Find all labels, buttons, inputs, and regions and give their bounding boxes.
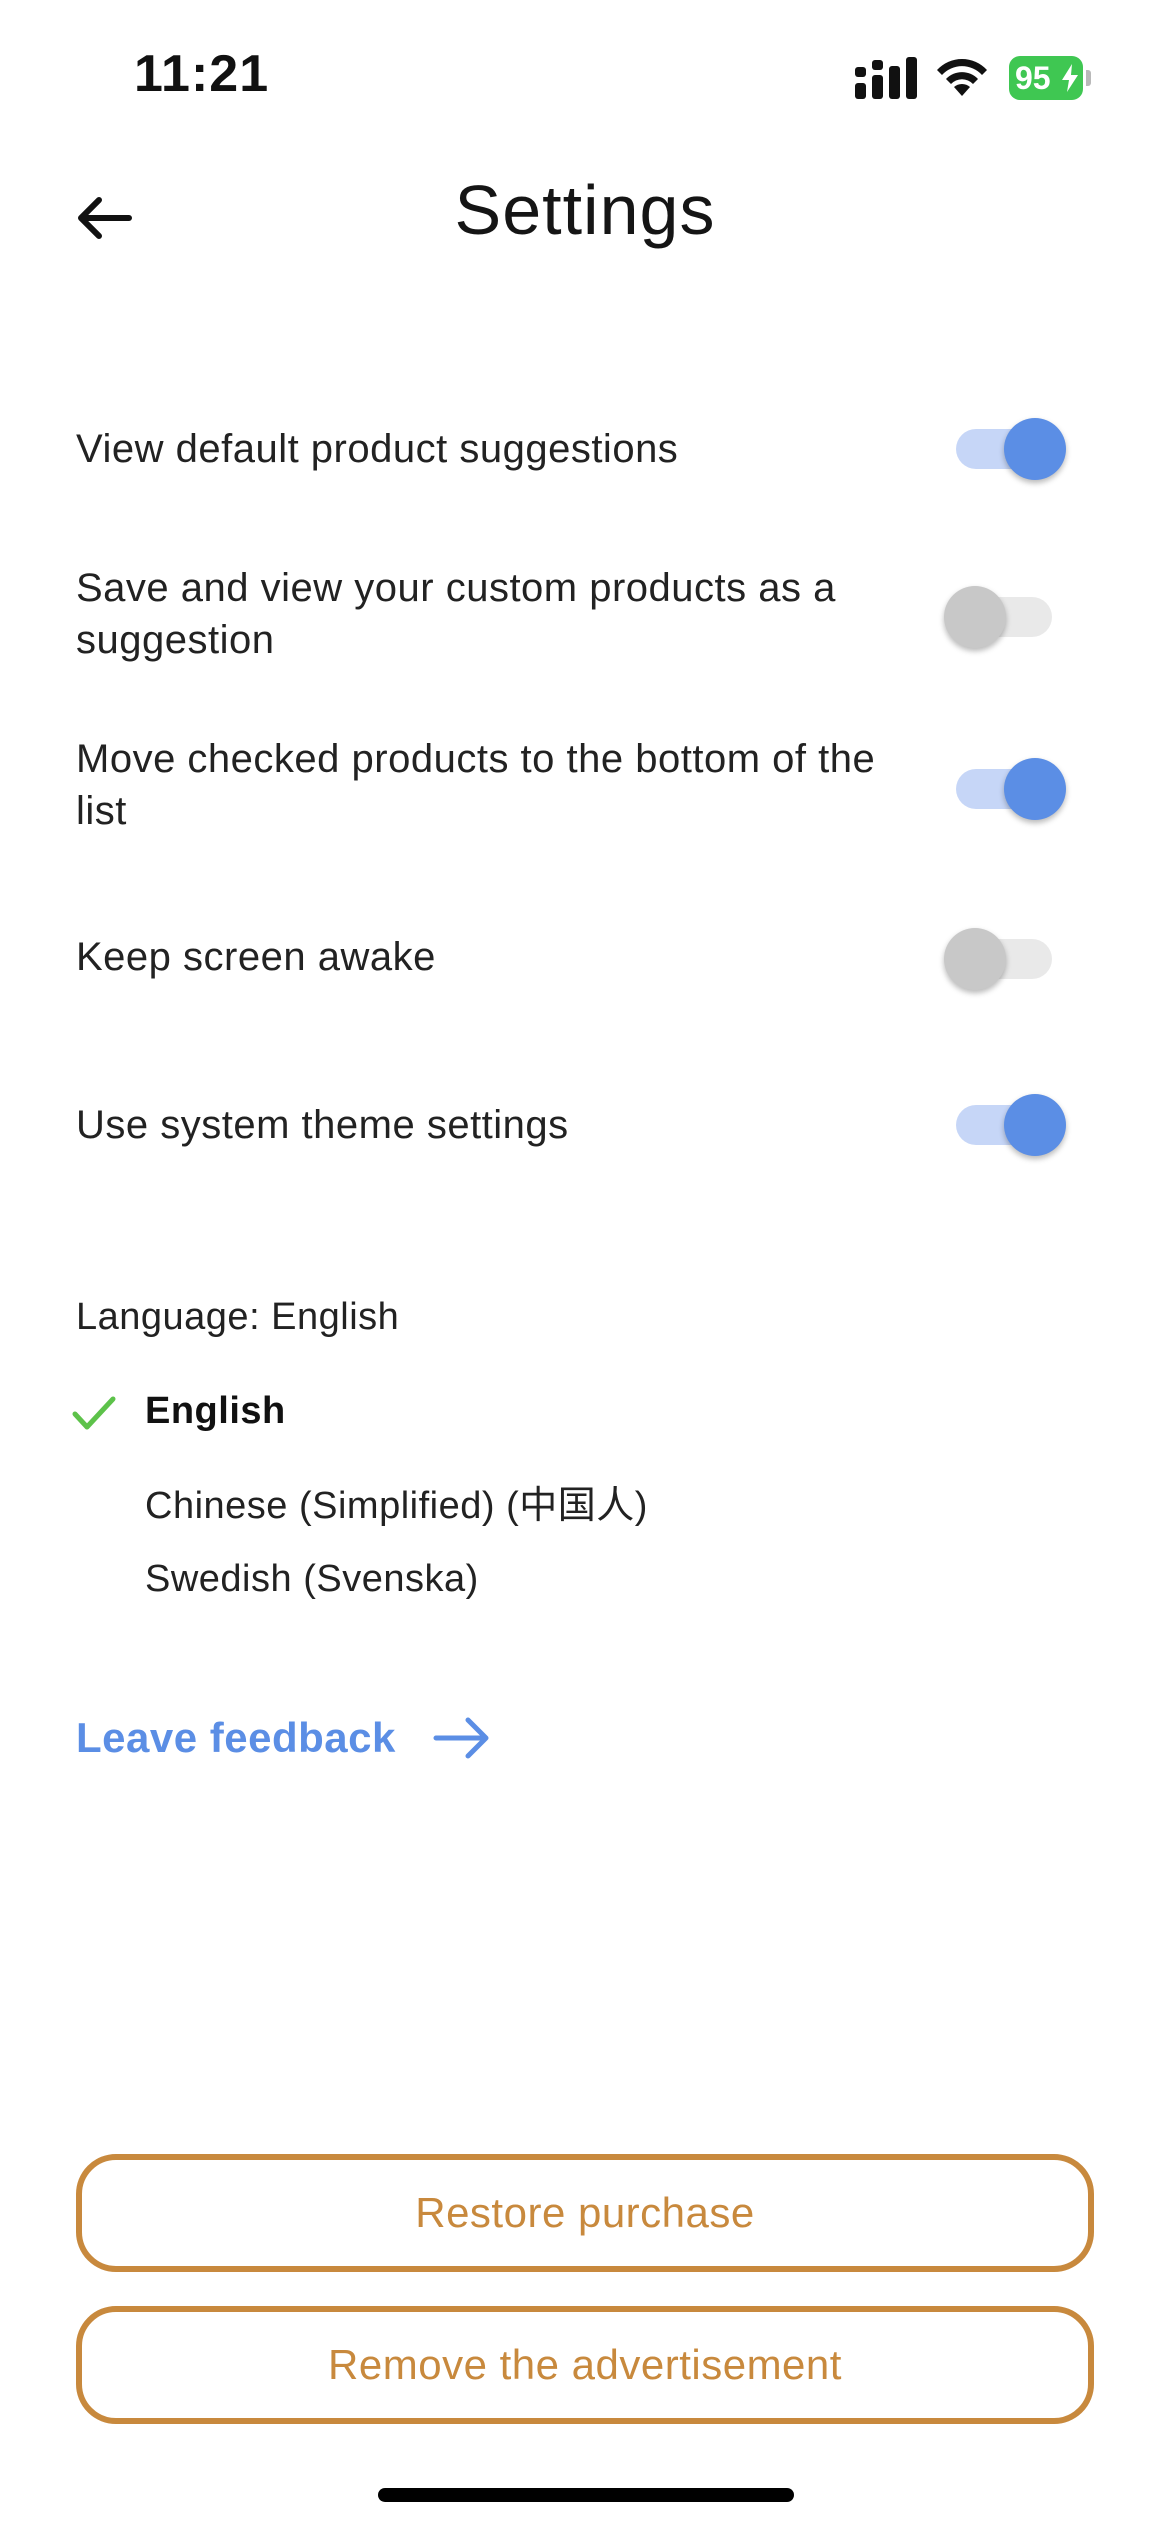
setting-row-system-theme: Use system theme settings [76, 1090, 1076, 1160]
setting-row-custom-products: Save and view your custom products as a … [76, 562, 1076, 672]
language-option-chinese[interactable]: Chinese (Simplified) (中国人) [60, 1464, 760, 1534]
toggle-knob [1004, 418, 1066, 480]
setting-label: Use system theme settings [76, 1103, 569, 1147]
leave-feedback-link[interactable]: Leave feedback [76, 1706, 492, 1770]
setting-label: View default product suggestions [76, 427, 679, 471]
toggle-knob [944, 928, 1006, 990]
setting-label: Save and view your custom products as a … [76, 566, 836, 662]
setting-row-move-checked: Move checked products to the bottom of t… [76, 733, 1076, 843]
toggle-default-suggestions[interactable] [950, 414, 1066, 484]
toggle-knob [1004, 1094, 1066, 1156]
restore-purchase-button[interactable]: Restore purchase [76, 2154, 1094, 2272]
leave-feedback-label: Leave feedback [76, 1714, 396, 1761]
status-bar: 11:21 95 [0, 0, 1170, 150]
cellular-signal-icon [855, 57, 917, 99]
language-heading: Language: English [76, 1296, 400, 1338]
remove-ads-button[interactable]: Remove the advertisement [76, 2306, 1094, 2424]
page-title: Settings [454, 171, 716, 249]
home-indicator [378, 2488, 794, 2502]
language-option-label: English [145, 1390, 286, 1432]
toggle-knob [1004, 758, 1066, 820]
arrow-right-icon [433, 1717, 489, 1759]
charging-bolt-icon [1062, 64, 1078, 92]
wifi-icon [937, 59, 987, 96]
toggle-system-theme[interactable] [950, 1090, 1066, 1160]
battery-cap [1086, 70, 1091, 86]
toggle-custom-products[interactable] [944, 582, 1060, 652]
setting-label: Keep screen awake [76, 935, 436, 979]
toggle-keep-awake[interactable] [944, 924, 1060, 994]
language-option-label: Chinese (Simplified) (中国人) [145, 1485, 648, 1527]
toggle-knob [944, 586, 1006, 648]
language-option-label: Swedish (Svenska) [145, 1558, 479, 1600]
language-option-english[interactable]: English [60, 1380, 760, 1450]
status-time: 11:21 [134, 45, 270, 103]
language-option-swedish[interactable]: Swedish (Svenska) [60, 1548, 760, 1618]
setting-row-default-suggestions: View default product suggestions [76, 414, 1076, 484]
battery-icon: 95 [1009, 56, 1091, 100]
toggle-move-checked[interactable] [950, 754, 1066, 824]
setting-label: Move checked products to the bottom of t… [76, 737, 876, 833]
checkmark-icon [72, 1396, 116, 1430]
setting-row-keep-awake: Keep screen awake [76, 922, 1076, 992]
